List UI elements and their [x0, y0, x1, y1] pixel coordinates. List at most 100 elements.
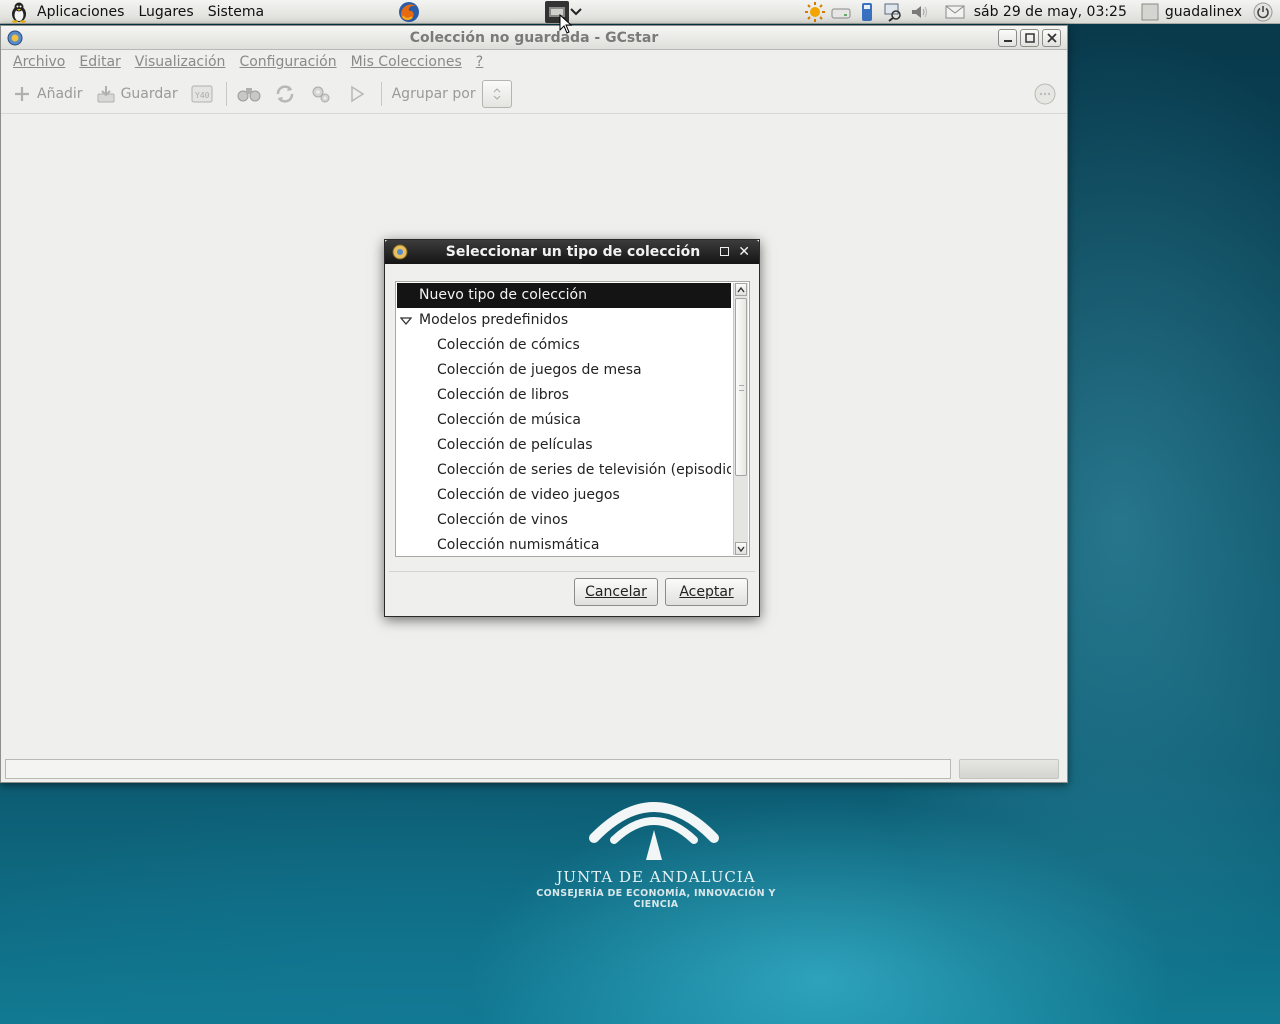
dialog-titlebar[interactable]: Seleccionar un tipo de colección ✕	[385, 240, 759, 264]
menubar: Archivo Editar Visualización Configuraci…	[1, 50, 1067, 74]
tree-row-label: Colección de series de televisión (episo…	[437, 462, 731, 478]
power-icon[interactable]	[1252, 1, 1274, 23]
add-icon	[11, 83, 33, 105]
menu-editar[interactable]: Editar	[72, 54, 127, 70]
toolbar-more-button[interactable]	[1033, 82, 1057, 106]
tree-item-row[interactable]: Colección de música	[397, 408, 731, 433]
wallpaper-logo: JUNTA DE ANDALUCIA CONSEJERÍA DE ECONOMÍ…	[536, 790, 776, 910]
search-icon	[237, 87, 261, 101]
drive-icon[interactable]	[830, 1, 852, 23]
add-button[interactable]: Añadir	[11, 83, 83, 105]
network-icon[interactable]	[882, 1, 904, 23]
group-by-combo[interactable]	[481, 79, 512, 108]
chevron-down-icon	[737, 546, 745, 552]
menu-sistema[interactable]: Sistema	[201, 0, 271, 24]
minimize-button[interactable]	[998, 29, 1017, 47]
settings-button[interactable]	[309, 82, 333, 106]
tree-row-label: Colección de cómics	[437, 337, 580, 353]
tree-row-label: Modelos predefinidos	[419, 312, 569, 328]
chevron-up-icon	[737, 286, 745, 292]
panel-left: Aplicaciones Lugares Sistema	[0, 0, 271, 24]
window-titlebar[interactable]: Colección no guardada - GCstar	[1, 26, 1067, 50]
panel-clock[interactable]: sáb 29 de may, 03:25	[968, 0, 1137, 24]
window-controls	[998, 29, 1061, 47]
play-button[interactable]	[345, 82, 369, 106]
tree-item-row[interactable]: Colección de películas	[397, 433, 731, 458]
menu-archivo[interactable]: Archivo	[6, 54, 72, 70]
expander-triangle-icon[interactable]	[400, 315, 412, 327]
scroll-up-button[interactable]	[735, 283, 747, 296]
user-switcher[interactable]: guadalinex	[1139, 0, 1250, 24]
close-icon	[1046, 33, 1057, 43]
menu-aplicaciones[interactable]: Aplicaciones	[30, 0, 131, 24]
mail-icon[interactable]	[944, 1, 966, 23]
tree-row-new-type[interactable]: Nuevo tipo de colección	[397, 283, 731, 308]
tree-group-row[interactable]: Modelos predefinidos	[397, 308, 731, 333]
menu-configuracion[interactable]: Configuración	[232, 54, 343, 70]
search-button[interactable]	[237, 82, 261, 106]
top-panel: Aplicaciones Lugares Sistema sáb 29 de m…	[0, 0, 1280, 24]
tree-item-row[interactable]: Colección de juegos de mesa	[397, 358, 731, 383]
dialog-close-button[interactable]: ✕	[738, 242, 750, 262]
tree-row-label: Colección de video juegos	[437, 487, 620, 503]
svg-text:Y40: Y40	[195, 91, 210, 100]
save-button[interactable]: Guardar	[95, 83, 178, 105]
accept-button[interactable]: Aceptar	[665, 578, 748, 606]
tree-item-row[interactable]: Colección de libros	[397, 383, 731, 408]
user-name: guadalinex	[1164, 4, 1242, 20]
tree-item-row[interactable]: Colección numismática	[397, 533, 731, 555]
save-icon	[95, 83, 117, 105]
more-icon	[1034, 83, 1056, 105]
dialog-maximize-button[interactable]	[720, 247, 729, 256]
play-icon	[350, 85, 365, 102]
window-title: Colección no guardada - GCstar	[409, 30, 659, 46]
close-button[interactable]	[1042, 29, 1061, 47]
weather-icon[interactable]	[804, 1, 826, 23]
tree-row-label: Colección de vinos	[437, 512, 568, 528]
minimize-icon	[1003, 40, 1012, 42]
scroll-thumb[interactable]	[735, 298, 747, 476]
tree-scrollbar[interactable]	[733, 283, 748, 555]
tree-row-label: Colección de música	[437, 412, 581, 428]
group-by-label: Agrupar por	[391, 85, 476, 102]
user-icon	[1139, 1, 1161, 23]
toolbar-separator	[380, 81, 382, 106]
export-icon: Y40	[191, 85, 213, 102]
menu-lugares[interactable]: Lugares	[131, 0, 200, 24]
refresh-button[interactable]	[273, 82, 297, 106]
tree-item-row[interactable]: Colección de vinos	[397, 508, 731, 533]
panel-tray: sáb 29 de may, 03:25 guadalinex	[802, 0, 1280, 24]
dialog-title: Seleccionar un tipo de colección	[445, 244, 701, 260]
distro-logo-icon[interactable]	[8, 1, 30, 23]
tree-row-label: Colección de películas	[437, 437, 593, 453]
scroll-down-button[interactable]	[735, 542, 747, 555]
statusbar	[1, 754, 1067, 782]
toolbar-separator	[225, 81, 227, 106]
add-label: Añadir	[37, 85, 83, 102]
junta-andalucia-emblem-icon	[589, 802, 719, 860]
usb-icon[interactable]	[856, 1, 878, 23]
export-button[interactable]: Y40	[190, 82, 214, 106]
maximize-icon	[1024, 33, 1035, 43]
tree-row-label: Colección de juegos de mesa	[437, 362, 642, 378]
settings-icon	[312, 86, 330, 102]
menu-mis-colecciones[interactable]: Mis Colecciones	[344, 54, 469, 70]
cancel-button[interactable]: Cancelar	[574, 578, 658, 606]
dialog-separator	[389, 571, 755, 572]
tree-row-label: Colección de libros	[437, 387, 569, 403]
collection-type-dialog: Seleccionar un tipo de colección ✕ Nuevo…	[384, 239, 760, 617]
tree-list: Nuevo tipo de colección Modelos predefini…	[397, 283, 731, 555]
toolbar: Añadir Guardar Y40 Agrupar por	[1, 74, 1067, 114]
firefox-icon[interactable]	[397, 1, 421, 23]
tree-item-row[interactable]: Colección de cómics	[397, 333, 731, 358]
menu-help[interactable]: ?	[469, 54, 490, 70]
tree-item-row[interactable]: Colección de series de televisión (episo…	[397, 458, 731, 483]
status-text-field	[5, 759, 951, 779]
spin-arrows-icon	[493, 87, 500, 100]
menu-visualizacion[interactable]: Visualización	[128, 54, 233, 70]
maximize-button[interactable]	[1020, 29, 1039, 47]
save-label: Guardar	[120, 85, 178, 102]
collection-type-tree: Nuevo tipo de colección Modelos predefini…	[395, 281, 750, 557]
tree-item-row[interactable]: Colección de video juegos	[397, 483, 731, 508]
volume-icon[interactable]	[908, 1, 930, 23]
